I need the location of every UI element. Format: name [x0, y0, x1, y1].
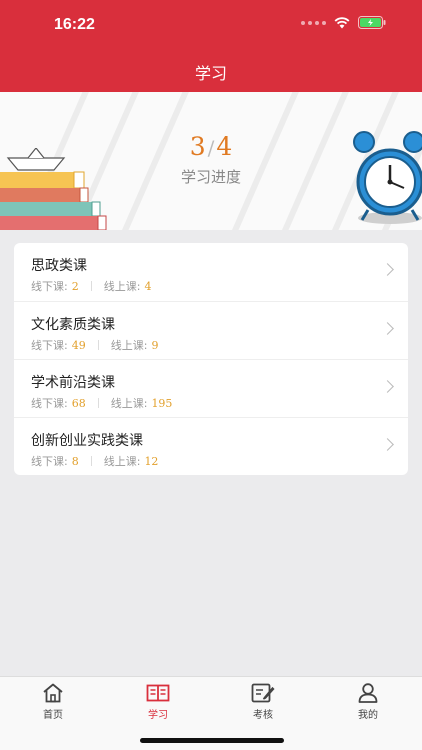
- online-count: 12: [144, 454, 159, 468]
- wifi-icon: [334, 16, 350, 28]
- offline-count: 68: [71, 396, 86, 410]
- page-title: 学习: [194, 64, 227, 83]
- edit-icon: [251, 683, 275, 703]
- tab-label: 考核: [253, 710, 273, 721]
- chevron-right-icon: [381, 263, 394, 276]
- user-icon: [358, 683, 378, 703]
- tab-assessment[interactable]: 考核: [233, 683, 293, 721]
- course-title: 学术前沿类课: [31, 375, 115, 391]
- course-title: 思政类课: [31, 258, 87, 274]
- home-icon: [43, 683, 63, 703]
- home-indicator: [140, 738, 284, 743]
- offline-label: 线下课:: [31, 455, 68, 468]
- offline-count: 49: [71, 338, 86, 352]
- divider: [90, 456, 92, 466]
- progress-total: 4: [216, 132, 233, 161]
- course-row-ideology[interactable]: 思政类课 线下课: 2 线上课: 4: [14, 243, 408, 301]
- course-title: 创新创业实践类课: [31, 433, 143, 449]
- tab-label: 我的: [358, 710, 378, 721]
- online-label: 线上课:: [110, 339, 148, 352]
- tab-label: 首页: [43, 710, 63, 721]
- signal-icon: [301, 20, 326, 25]
- course-stats: 线下课: 49 线上课: 9: [31, 337, 158, 353]
- online-label: 线上课:: [103, 455, 141, 468]
- app-header: 16:22 学习: [0, 0, 422, 92]
- battery-icon: [358, 16, 386, 29]
- book-icon: [146, 684, 170, 702]
- status-time: 16:22: [54, 16, 95, 33]
- tab-mine[interactable]: 我的: [338, 683, 398, 721]
- offline-count: 2: [71, 279, 79, 293]
- course-title: 文化素质类课: [31, 317, 115, 333]
- divider: [90, 281, 92, 291]
- divider: [97, 398, 99, 408]
- tab-home[interactable]: 首页: [23, 683, 83, 721]
- course-row-culture[interactable]: 文化素质类课 线下课: 49 线上课: 9: [14, 301, 408, 359]
- online-count: 9: [151, 338, 159, 352]
- course-stats: 线下课: 2 线上课: 4: [31, 278, 151, 294]
- tab-label: 学习: [148, 710, 168, 721]
- alarm-clock-illustration: [353, 131, 422, 224]
- tab-study[interactable]: 学习: [128, 683, 188, 721]
- course-row-academic[interactable]: 学术前沿类课 线下课: 68 线上课: 195: [14, 359, 408, 417]
- online-count: 195: [151, 396, 173, 410]
- progress-completed: 3: [189, 132, 206, 161]
- offline-label: 线下课:: [31, 280, 68, 293]
- progress-banner: 3/4 学习进度: [0, 92, 422, 230]
- online-label: 线上课:: [110, 397, 148, 410]
- divider: [97, 340, 99, 350]
- chevron-right-icon: [381, 322, 394, 335]
- offline-label: 线下课:: [31, 397, 68, 410]
- chevron-right-icon: [381, 438, 394, 451]
- offline-count: 8: [71, 454, 79, 468]
- online-label: 线上课:: [103, 280, 141, 293]
- status-icons: [301, 16, 386, 29]
- course-row-innovation[interactable]: 创新创业实践类课 线下课: 8 线上课: 12: [14, 417, 408, 475]
- course-stats: 线下课: 68 线上课: 195: [31, 395, 172, 411]
- course-list: 思政类课 线下课: 2 线上课: 4 文化素质类课 线下课: 49 线上课: 9…: [14, 243, 408, 475]
- offline-label: 线下课:: [31, 339, 68, 352]
- progress-separator: /: [207, 136, 215, 160]
- course-stats: 线下课: 8 线上课: 12: [31, 453, 158, 469]
- chevron-right-icon: [381, 380, 394, 393]
- online-count: 4: [144, 279, 152, 293]
